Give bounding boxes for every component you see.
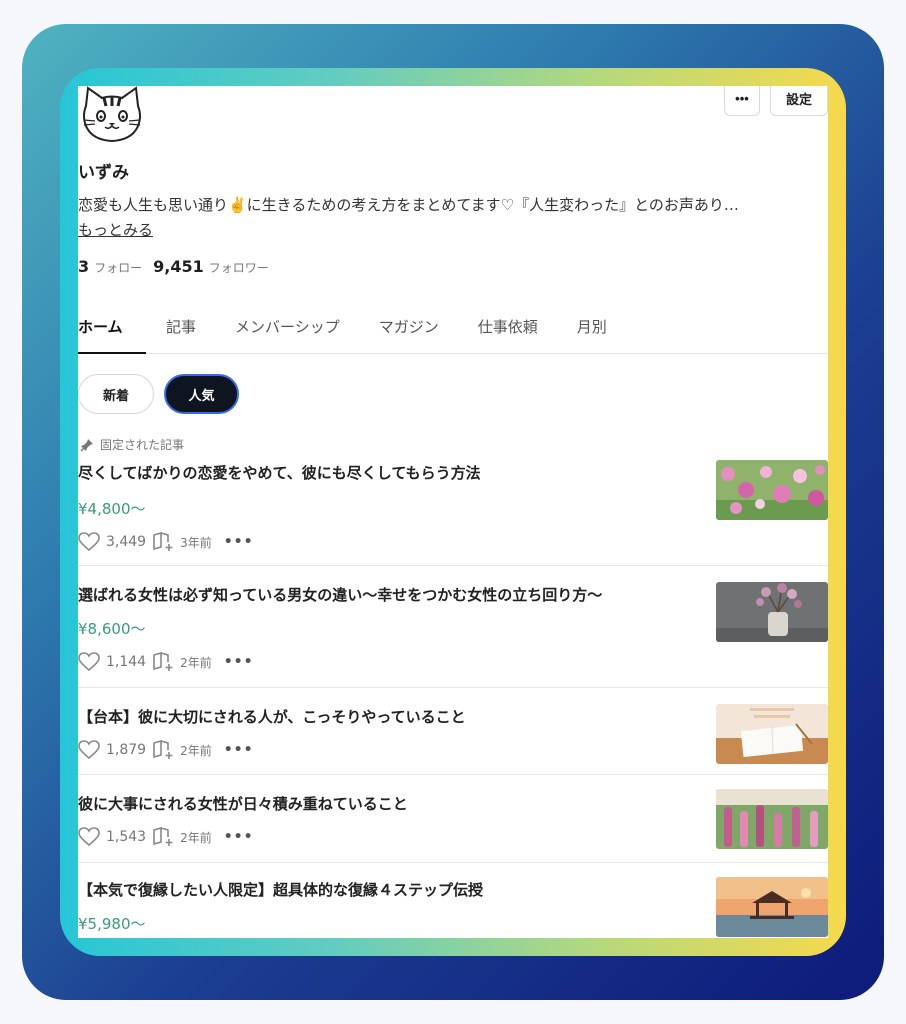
like-count: 1,543 — [106, 829, 147, 845]
tab-articles[interactable]: 記事 — [166, 308, 196, 354]
article-meta: 1,144 2年前 ••• — [78, 652, 254, 672]
more-options-button[interactable]: ••• — [724, 86, 760, 116]
article-more-button[interactable]: ••• — [224, 534, 254, 550]
like-count: 1,144 — [106, 654, 147, 670]
article-item[interactable]: 【台本】彼に大切にされる人が、こっそりやっていること 1,879 2年前 ••• — [78, 688, 828, 775]
notebook-image — [716, 704, 828, 764]
article-thumbnail[interactable] — [716, 460, 828, 520]
magazine-add-icon[interactable] — [152, 740, 174, 760]
article-thumbnail[interactable] — [716, 789, 828, 849]
article-time: 3年前 — [180, 535, 212, 550]
avatar[interactable] — [80, 86, 144, 144]
article-item[interactable]: 【本気で復縁したい人限定】超具体的な復縁４ステップ伝授 ¥5,980〜 — [78, 863, 828, 938]
follow-count[interactable]: 3 — [78, 257, 89, 276]
article-thumbnail[interactable] — [716, 877, 828, 937]
sunset-gazebo-image — [716, 877, 828, 937]
heart-icon[interactable] — [78, 532, 100, 552]
profile-bio: 恋愛も人生も思い通り✌️に生きるための考え方をまとめてます♡『人生変わった』との… — [78, 196, 739, 214]
magazine-add-icon[interactable] — [152, 827, 174, 847]
profile-tabs: ホーム 記事 メンバーシップ マガジン 仕事依頼 月別 — [78, 308, 828, 354]
profile-screen: ••• 設定 いずみ 恋愛も人生も思い通り✌️に生きるための考え方をまとめてます… — [78, 86, 828, 938]
magazine-add-icon[interactable] — [152, 532, 174, 552]
cat-avatar-icon — [83, 86, 141, 143]
article-title[interactable]: 彼に大事にされる女性が日々積み重ねていること — [78, 793, 408, 814]
heart-icon[interactable] — [78, 740, 100, 760]
follow-label[interactable]: フォロー — [94, 259, 142, 276]
settings-button[interactable]: 設定 — [770, 86, 828, 116]
magazine-add-icon[interactable] — [152, 652, 174, 672]
article-more-button[interactable]: ••• — [224, 654, 254, 670]
tab-magazine[interactable]: マガジン — [379, 308, 439, 354]
tab-home[interactable]: ホーム — [78, 308, 146, 354]
article-price: ¥4,800〜 — [78, 500, 146, 518]
tab-monthly[interactable]: 月別 — [577, 308, 607, 354]
article-time: 2年前 — [180, 655, 212, 670]
heart-icon[interactable] — [78, 827, 100, 847]
filter-new-button[interactable]: 新着 — [78, 374, 154, 414]
article-title[interactable]: 【本気で復縁したい人限定】超具体的な復縁４ステップ伝授 — [78, 879, 483, 900]
article-more-button[interactable]: ••• — [224, 829, 254, 845]
article-time: 2年前 — [180, 830, 212, 845]
article-meta: 3,449 3年前 ••• — [78, 532, 254, 552]
follower-label[interactable]: フォロワー — [209, 259, 269, 276]
like-count: 3,449 — [106, 534, 147, 550]
tab-job-request[interactable]: 仕事依頼 — [478, 308, 538, 354]
profile-name: いずみ — [78, 163, 129, 183]
article-item[interactable]: 彼に大事にされる女性が日々積み重ねていること 1,543 2年前 ••• — [78, 775, 828, 863]
heart-icon[interactable] — [78, 652, 100, 672]
follow-stats: 3 フォロー 9,451 フォロワー — [78, 257, 275, 276]
pink-flowers-image — [716, 460, 828, 520]
article-item[interactable]: 選ばれる女性は必ず知っている男女の違い〜幸せをつかむ女性の立ち回り方〜 ¥8,6… — [78, 566, 828, 688]
article-thumbnail[interactable] — [716, 582, 828, 642]
filter-popular-button[interactable]: 人気 — [164, 374, 239, 414]
tab-membership[interactable]: メンバーシップ — [235, 308, 340, 354]
vase-image — [716, 582, 828, 642]
like-count: 1,879 — [106, 742, 147, 758]
article-price: ¥8,600〜 — [78, 620, 146, 638]
show-more-link[interactable]: もっとみる — [78, 219, 153, 240]
article-price: ¥5,980〜 — [78, 915, 146, 933]
article-title[interactable]: 選ばれる女性は必ず知っている男女の違い〜幸せをつかむ女性の立ち回り方〜 — [78, 584, 602, 605]
foxglove-image — [716, 789, 828, 849]
article-item[interactable]: 尽くしてばかりの恋愛をやめて、彼にも尽くしてもらう方法 ¥4,800〜 3,44… — [78, 448, 828, 566]
follower-count[interactable]: 9,451 — [153, 257, 204, 276]
article-meta: 1,879 2年前 ••• — [78, 740, 254, 760]
article-title[interactable]: 【台本】彼に大切にされる人が、こっそりやっていること — [78, 706, 466, 727]
article-more-button[interactable]: ••• — [224, 742, 254, 758]
article-meta: 1,543 2年前 ••• — [78, 827, 254, 847]
article-thumbnail[interactable] — [716, 704, 828, 764]
article-time: 2年前 — [180, 743, 212, 758]
article-title[interactable]: 尽くしてばかりの恋愛をやめて、彼にも尽くしてもらう方法 — [78, 462, 481, 483]
